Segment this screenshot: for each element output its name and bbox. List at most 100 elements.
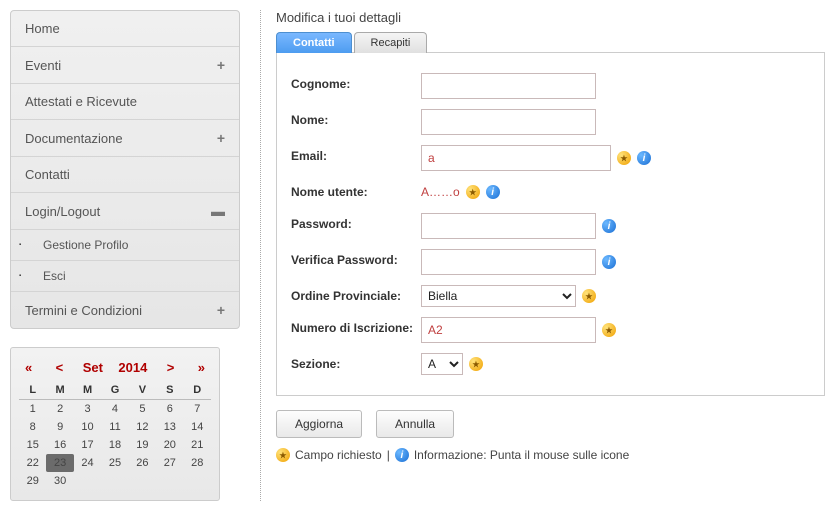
calendar-day[interactable]: 1 [19,400,46,419]
calendar-day[interactable]: 18 [101,436,128,454]
label-ordine: Ordine Provinciale: [291,285,421,303]
calendar-day[interactable]: 3 [74,400,101,419]
calendar-day[interactable]: 13 [156,418,183,436]
calendar-prev-month[interactable]: < [52,360,68,375]
sidebar-item-termini[interactable]: Termini e Condizioni + [11,292,239,328]
sidebar-item-label: Home [25,21,60,36]
calendar-day [74,472,101,490]
sidebar-subitem-gestione-profilo[interactable]: Gestione Profilo [11,230,239,261]
calendar-day[interactable]: 11 [101,418,128,436]
calendar-day[interactable]: 9 [46,418,73,436]
calendar-dow: G [101,381,128,400]
minus-icon[interactable]: ▬ [211,203,225,219]
required-icon [469,357,483,371]
calendar-day [101,472,128,490]
input-verifica-password[interactable] [421,249,596,275]
legend-required-text: Campo richiesto [295,448,382,462]
sidebar-item-login[interactable]: Login/Logout ▬ [11,193,239,230]
input-numero-iscrizione[interactable] [421,317,596,343]
label-password: Password: [291,213,421,231]
required-icon [582,289,596,303]
sidebar-item-contatti[interactable]: Contatti [11,157,239,193]
info-icon[interactable] [637,151,651,165]
sidebar-item-attestati[interactable]: Attestati e Ricevute [11,84,239,120]
calendar-dow: S [156,381,183,400]
calendar-day[interactable]: 27 [156,454,183,472]
sidebar-item-documentazione[interactable]: Documentazione + [11,120,239,157]
calendar-day[interactable]: 19 [129,436,156,454]
calendar-day[interactable]: 2 [46,400,73,419]
calendar-month[interactable]: Set [83,360,103,375]
sidebar-item-label: Eventi [25,58,61,73]
tab-recapiti[interactable]: Recapiti [354,32,428,53]
calendar-year[interactable]: 2014 [118,360,147,375]
value-nome-utente: A……o [421,181,460,203]
legend-sep: | [387,448,390,462]
calendar-grid: LMMGVSD 12345678910111213141516171819202… [19,381,211,490]
calendar-day[interactable]: 28 [184,454,211,472]
page-title: Modifica i tuoi dettagli [276,10,825,25]
label-sezione: Sezione: [291,353,421,371]
required-icon [602,323,616,337]
required-icon [617,151,631,165]
calendar-day[interactable]: 23 [46,454,73,472]
label-email: Email: [291,145,421,163]
calendar-day[interactable]: 14 [184,418,211,436]
calendar-day[interactable]: 6 [156,400,183,419]
input-cognome[interactable] [421,73,596,99]
calendar-day [156,472,183,490]
required-icon [466,185,480,199]
calendar-day[interactable]: 29 [19,472,46,490]
calendar-dow: L [19,381,46,400]
calendar-day[interactable]: 21 [184,436,211,454]
calendar-day[interactable]: 25 [101,454,128,472]
calendar-day[interactable]: 10 [74,418,101,436]
info-icon[interactable] [602,255,616,269]
label-verifica-password: Verifica Password: [291,249,421,267]
plus-icon[interactable]: + [217,302,225,318]
sidebar-item-eventi[interactable]: Eventi + [11,47,239,84]
calendar-day[interactable]: 4 [101,400,128,419]
sidebar-item-label: Termini e Condizioni [25,303,142,318]
calendar-day [184,472,211,490]
select-ordine[interactable]: Biella [421,285,576,307]
calendar-day[interactable]: 15 [19,436,46,454]
calendar-prev-year[interactable]: « [21,360,36,375]
input-email[interactable] [421,145,611,171]
plus-icon[interactable]: + [217,130,225,146]
calendar-day[interactable]: 7 [184,400,211,419]
select-sezione[interactable]: A [421,353,463,375]
required-icon [276,448,290,462]
legend-info-text: Informazione: Punta il mouse sulle icone [414,448,629,462]
annulla-button[interactable]: Annulla [376,410,454,438]
calendar-day[interactable]: 5 [129,400,156,419]
calendar-day[interactable]: 20 [156,436,183,454]
sidebar-item-home[interactable]: Home [11,11,239,47]
calendar-day[interactable]: 26 [129,454,156,472]
input-password[interactable] [421,213,596,239]
calendar-day[interactable]: 30 [46,472,73,490]
sidebar-subitem-esci[interactable]: Esci [11,261,239,292]
calendar-next-month[interactable]: > [163,360,179,375]
plus-icon[interactable]: + [217,57,225,73]
calendar-day[interactable]: 24 [74,454,101,472]
sidebar-subitem-label: Gestione Profilo [43,238,128,252]
calendar-dow: M [74,381,101,400]
tab-contatti[interactable]: Contatti [276,32,352,53]
calendar-day[interactable]: 22 [19,454,46,472]
calendar-dow: V [129,381,156,400]
calendar-day[interactable]: 16 [46,436,73,454]
sidebar-item-label: Login/Logout [25,204,100,219]
calendar-next-year[interactable]: » [194,360,209,375]
info-icon[interactable] [602,219,616,233]
calendar-day[interactable]: 12 [129,418,156,436]
sidebar-menu: Home Eventi + Attestati e Ricevute Docum… [10,10,240,329]
calendar-day [129,472,156,490]
tabs: Contatti Recapiti [276,32,825,53]
calendar-day[interactable]: 8 [19,418,46,436]
calendar-day[interactable]: 17 [74,436,101,454]
input-nome[interactable] [421,109,596,135]
info-icon[interactable] [486,185,500,199]
aggiorna-button[interactable]: Aggiorna [276,410,362,438]
label-nome: Nome: [291,109,421,127]
